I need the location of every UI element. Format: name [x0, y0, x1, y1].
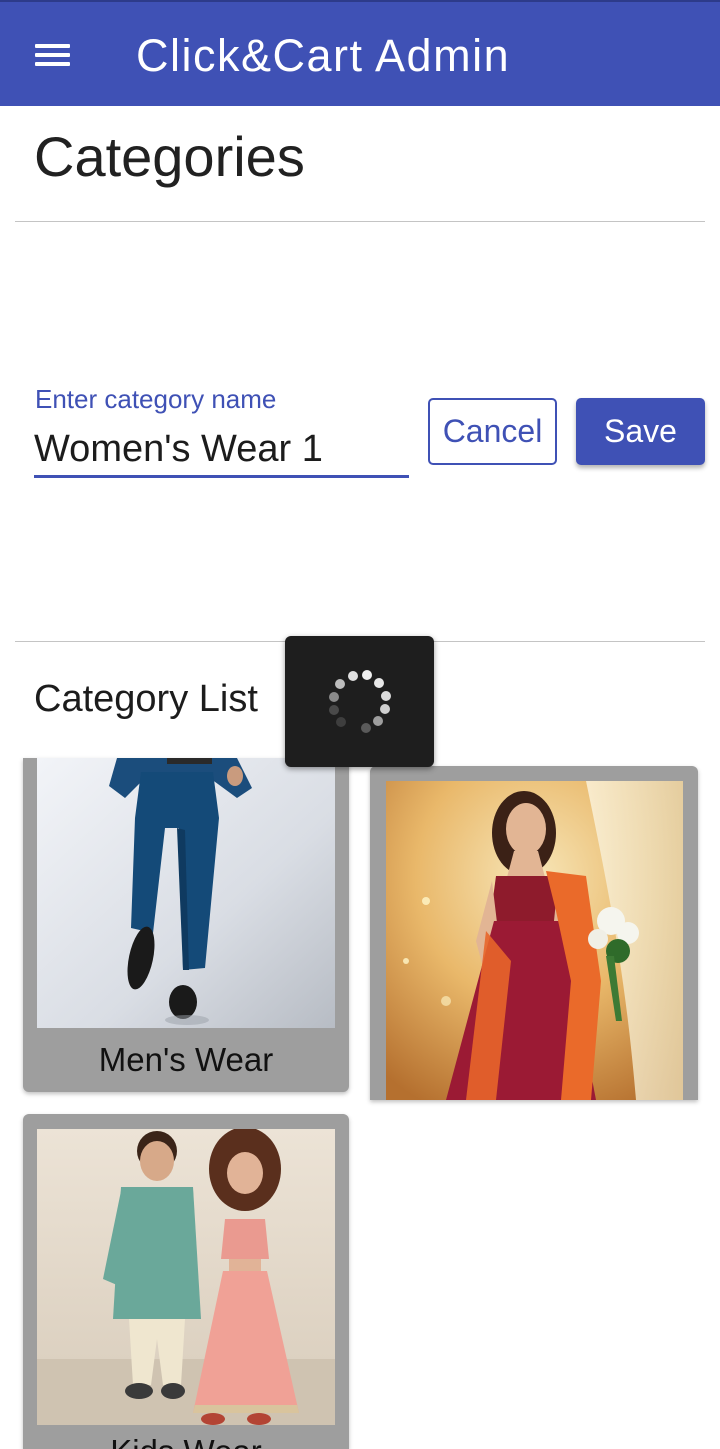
category-card-label: Men's Wear [98, 1041, 274, 1078]
loading-overlay [285, 636, 434, 767]
app-title: Click&Cart Admin [136, 30, 511, 81]
hamburger-menu-icon[interactable] [30, 38, 70, 72]
category-card-label: Kids Wear [23, 1432, 349, 1449]
category-name-label: Enter category name [35, 384, 277, 414]
save-button[interactable]: Save [576, 398, 705, 465]
page-title: Categories [34, 125, 305, 188]
app-bar: Click&Cart Admin [0, 0, 720, 106]
men-wear-photo [37, 758, 335, 1028]
category-card-kids-wear[interactable]: Kids Wear [23, 1114, 349, 1449]
category-card-mens-wear[interactable]: Men's Wear [23, 758, 349, 1092]
title-divider [15, 221, 705, 222]
category-name-input[interactable] [34, 424, 409, 478]
loading-spinner-icon [329, 670, 391, 733]
women-wear-photo [386, 781, 683, 1100]
category-list-title: Category List [34, 678, 258, 720]
kids-wear-photo [37, 1129, 335, 1425]
cancel-button[interactable]: Cancel [428, 398, 557, 465]
category-card-womens-wear[interactable] [370, 766, 698, 1100]
